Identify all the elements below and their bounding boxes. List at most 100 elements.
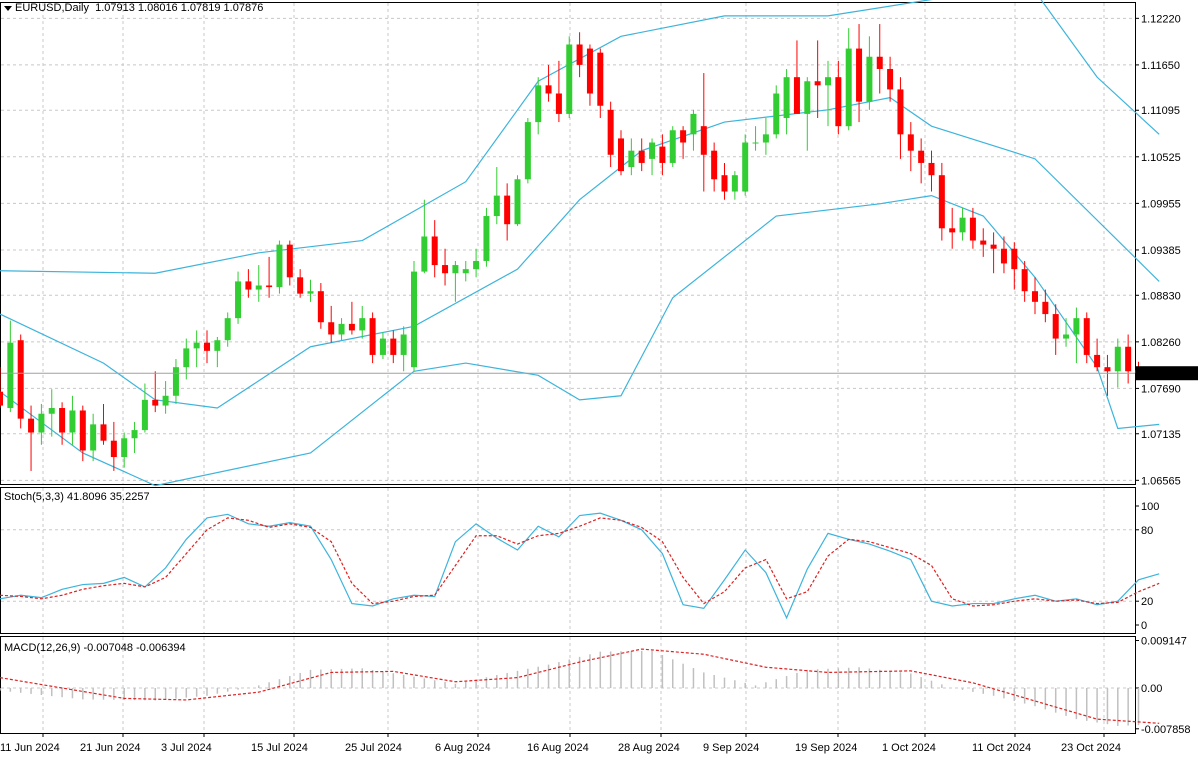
- candle-body: [928, 162, 935, 176]
- candle-body: [90, 424, 97, 451]
- candle-body: [59, 408, 66, 433]
- candle-body: [276, 244, 283, 288]
- stoch-y-tick-label: 80: [1141, 525, 1153, 537]
- candle-body: [1114, 346, 1121, 372]
- x-tick-label: 6 Aug 2024: [435, 742, 491, 754]
- x-tick-label: 23 Oct 2024: [1061, 742, 1121, 754]
- candle-body: [618, 138, 624, 172]
- candle-body: [79, 410, 86, 451]
- x-tick-label: 21 Jun 2024: [80, 742, 141, 754]
- candle-body: [1094, 354, 1101, 368]
- candle-body: [1032, 291, 1038, 302]
- candle-body: [535, 85, 542, 123]
- candle-body: [493, 195, 500, 217]
- candle-body: [700, 126, 707, 155]
- candle-body: [773, 93, 780, 135]
- candle-body: [1104, 367, 1111, 372]
- candle-body: [183, 348, 190, 368]
- candle-body: [669, 130, 676, 163]
- candle-body: [1052, 314, 1059, 339]
- candle-body: [390, 338, 397, 355]
- candle-body: [255, 285, 262, 290]
- y-tick-label: 1.09385: [1141, 245, 1181, 257]
- x-tick-label: 16 Aug 2024: [527, 742, 589, 754]
- x-tick-label: 19 Sep 2024: [795, 742, 857, 754]
- stoch-title: Stoch(5,3,3) 41.8096 35.2257: [4, 491, 150, 503]
- macd-y-tick-label: -0.007858: [1141, 724, 1191, 736]
- candle-body: [1000, 248, 1007, 264]
- candle-body: [328, 322, 335, 335]
- stoch-y-tick-label: 100: [1141, 501, 1159, 513]
- candle-body: [1083, 318, 1090, 355]
- candle-body: [887, 68, 894, 90]
- candle-body: [835, 77, 842, 127]
- candle-body: [152, 399, 159, 406]
- y-tick-label: 1.06565: [1141, 475, 1181, 487]
- candle-body: [7, 342, 14, 409]
- candle-body: [1021, 269, 1028, 292]
- x-tick-label: 25 Jul 2024: [345, 742, 402, 754]
- candle-body: [224, 318, 231, 341]
- candle-body: [121, 438, 128, 458]
- x-tick-label: 11 Oct 2024: [972, 742, 1031, 754]
- x-tick-label: 9 Sep 2024: [703, 742, 759, 754]
- candle-body: [762, 134, 769, 143]
- candle-body: [938, 175, 945, 229]
- stoch-main-line: [0, 512, 1160, 620]
- candle-body: [742, 142, 749, 192]
- candle-body: [317, 291, 324, 323]
- candle-body: [680, 130, 687, 143]
- y-tick-label: 1.10525: [1141, 152, 1181, 164]
- stoch-y-tick-label: 20: [1141, 596, 1153, 608]
- candle-body: [1073, 318, 1080, 335]
- x-tick-label: 15 Jul 2024: [251, 742, 308, 754]
- candle-body: [473, 260, 480, 270]
- candle-body: [204, 342, 210, 351]
- bollinger-lower-band: [0, 194, 1160, 487]
- y-tick-label: 1.08830: [1141, 290, 1181, 302]
- candle-body: [69, 410, 76, 433]
- candle-body: [876, 56, 883, 69]
- candle-body: [845, 48, 852, 127]
- bollinger-middle-band: [0, 96, 1160, 409]
- candle-body: [731, 175, 738, 192]
- candle-body: [597, 52, 604, 106]
- candle-body: [462, 269, 469, 274]
- candle-body: [690, 113, 697, 135]
- candle-body: [659, 146, 666, 163]
- candle-body: [514, 179, 521, 225]
- candle-body: [555, 93, 562, 114]
- candle-body: [400, 334, 407, 355]
- candle-body: [856, 48, 863, 102]
- candle-body: [649, 142, 656, 159]
- candle-body: [1125, 346, 1132, 372]
- candle-body: [359, 318, 366, 331]
- candle-body: [431, 236, 438, 266]
- candle-body: [245, 281, 252, 290]
- candle-body: [907, 134, 914, 151]
- candle-body: [1063, 334, 1070, 339]
- candle-body: [286, 244, 293, 278]
- candle-body: [504, 195, 511, 225]
- y-tick-label: 1.07135: [1141, 429, 1181, 441]
- candle-body: [307, 291, 314, 294]
- candle-body: [752, 142, 759, 144]
- candle-body: [0, 391, 3, 406]
- candle-body: [628, 150, 635, 168]
- candle-body: [379, 338, 386, 355]
- candle-body: [1042, 301, 1049, 315]
- symbol-dropdown-arrow-icon[interactable]: [4, 6, 12, 11]
- candle-body: [297, 277, 304, 294]
- y-tick-label: 1.07690: [1141, 383, 1181, 395]
- candle-body: [17, 340, 24, 419]
- candle-body: [814, 81, 821, 86]
- symbol-label: EURUSD,Daily: [15, 2, 89, 14]
- x-tick-label: 3 Jul 2024: [161, 742, 212, 754]
- candle-body: [411, 271, 417, 368]
- candle-body: [918, 150, 925, 163]
- candle-body: [524, 122, 531, 180]
- candle-body: [348, 323, 355, 331]
- y-tick-label: 1.11095: [1141, 105, 1180, 117]
- candle-body: [793, 77, 800, 114]
- candle-body: [586, 48, 593, 94]
